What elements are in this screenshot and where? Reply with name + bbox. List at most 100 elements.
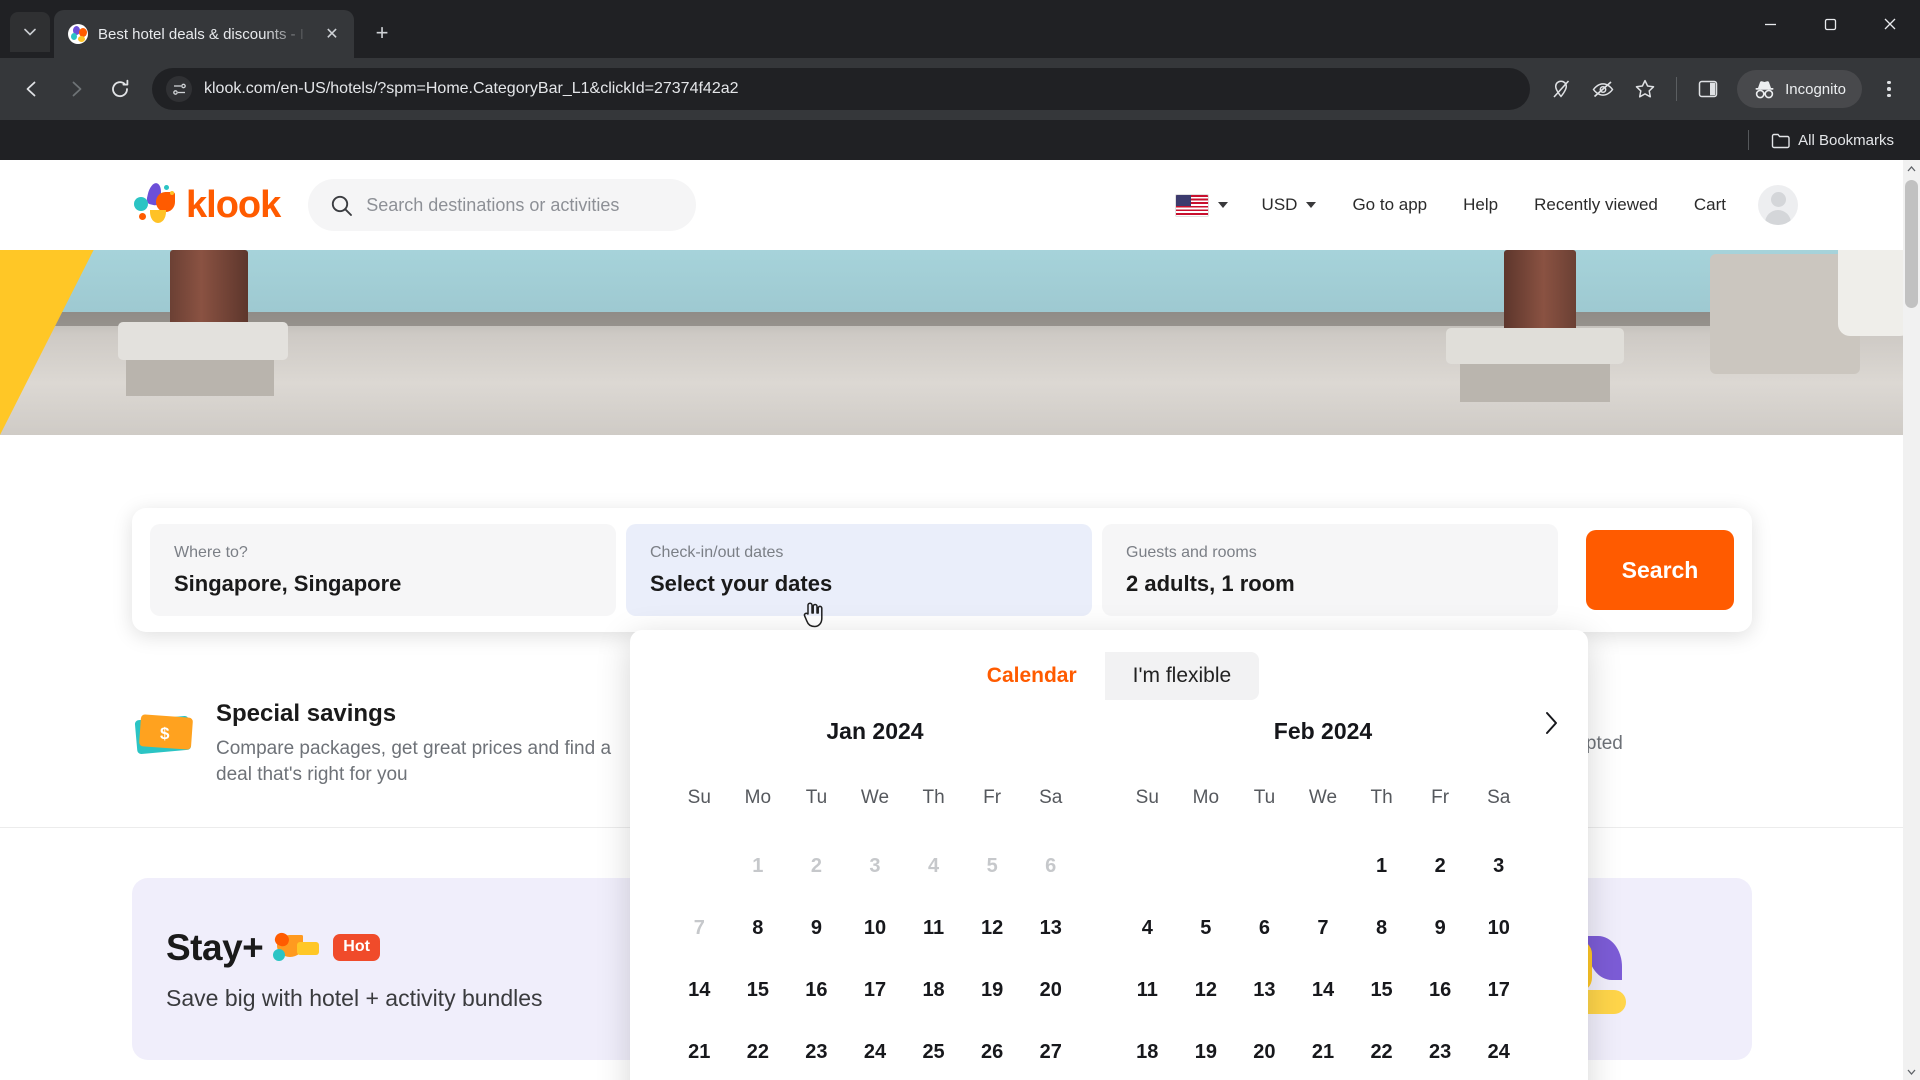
day-cell-empty bbox=[1177, 835, 1236, 897]
reload-button[interactable] bbox=[100, 69, 140, 109]
weekday-label: Su bbox=[687, 787, 711, 808]
browser-menu-button[interactable] bbox=[1870, 70, 1908, 108]
day-cell[interactable]: 5 bbox=[1177, 897, 1236, 959]
day-cell[interactable]: 4 bbox=[1118, 897, 1177, 959]
nav-item-cart[interactable]: Cart bbox=[1676, 195, 1744, 215]
language-selector[interactable] bbox=[1159, 193, 1244, 217]
arrow-left-icon bbox=[26, 81, 36, 97]
destination-field[interactable]: Where to? Singapore, Singapore bbox=[150, 524, 616, 616]
side-panel-icon[interactable] bbox=[1689, 70, 1727, 108]
search-icon bbox=[332, 195, 353, 216]
day-cell[interactable]: 24 bbox=[1469, 1021, 1528, 1080]
klook-logo[interactable]: klook bbox=[132, 181, 281, 227]
forward-button[interactable] bbox=[56, 69, 96, 109]
all-bookmarks-button[interactable]: All Bookmarks bbox=[1765, 132, 1900, 149]
klook-logo-text: klook bbox=[186, 183, 281, 226]
day-cell[interactable]: 22 bbox=[1352, 1021, 1411, 1080]
browser-window: Best hotel deals & discounts - I ✕ + klo… bbox=[0, 0, 1920, 1080]
search-input[interactable]: Search destinations or activities bbox=[308, 179, 697, 231]
day-cell[interactable]: 22 bbox=[729, 1021, 788, 1080]
day-cell[interactable]: 27 bbox=[1021, 1021, 1080, 1080]
day-cell[interactable]: 20 bbox=[1021, 959, 1080, 1021]
nav-item-help[interactable]: Help bbox=[1445, 195, 1516, 215]
day-cell[interactable]: 8 bbox=[729, 897, 788, 959]
day-cell[interactable]: 10 bbox=[1469, 897, 1528, 959]
day-cell[interactable]: 26 bbox=[963, 1021, 1022, 1080]
day-cell[interactable]: 6 bbox=[1235, 897, 1294, 959]
browser-tab[interactable]: Best hotel deals & discounts - I ✕ bbox=[54, 10, 354, 58]
location-blocked-icon[interactable] bbox=[1542, 70, 1580, 108]
search-button[interactable]: Search bbox=[1586, 530, 1734, 610]
day-cell[interactable]: 19 bbox=[963, 959, 1022, 1021]
day-cell[interactable]: 9 bbox=[787, 897, 846, 959]
hotel-search-card: Where to? Singapore, Singapore Check-in/… bbox=[132, 508, 1752, 632]
us-flag-icon bbox=[1174, 193, 1209, 217]
next-month-button[interactable] bbox=[1532, 704, 1570, 742]
scroll-down-button[interactable] bbox=[1903, 1063, 1920, 1080]
dates-label: Check-in/out dates bbox=[650, 543, 784, 561]
day-cell[interactable]: 8 bbox=[1352, 897, 1411, 959]
klook-favicon bbox=[68, 24, 88, 44]
currency-selector[interactable]: USD bbox=[1244, 195, 1335, 215]
hero-lounger-right bbox=[1409, 250, 1624, 402]
day-cell[interactable]: 11 bbox=[1118, 959, 1177, 1021]
weekday-label: Sa bbox=[1039, 787, 1063, 808]
day-cell[interactable]: 15 bbox=[729, 959, 788, 1021]
folder-icon bbox=[1771, 133, 1790, 148]
day-cell[interactable]: 1 bbox=[1352, 835, 1411, 897]
day-cell[interactable]: 21 bbox=[1294, 1021, 1353, 1080]
day-cell[interactable]: 13 bbox=[1235, 959, 1294, 1021]
minimize-button[interactable] bbox=[1740, 0, 1800, 48]
guests-field[interactable]: Guests and rooms 2 adults, 1 room bbox=[1102, 524, 1558, 616]
dates-field[interactable]: Check-in/out dates Select your dates bbox=[626, 524, 1092, 616]
day-cell[interactable]: 3 bbox=[1469, 835, 1528, 897]
scroll-up-button[interactable] bbox=[1903, 160, 1920, 177]
day-cell[interactable]: 12 bbox=[1177, 959, 1236, 1021]
calendar-tabs: Calendar I'm flexible bbox=[630, 630, 1588, 700]
day-cell[interactable]: 17 bbox=[846, 959, 905, 1021]
eye-off-icon[interactable] bbox=[1584, 70, 1622, 108]
hero-lounger-left bbox=[118, 250, 308, 396]
nav-item-go-to-app[interactable]: Go to app bbox=[1334, 195, 1445, 215]
day-cell[interactable]: 13 bbox=[1021, 897, 1080, 959]
day-cell[interactable]: 12 bbox=[963, 897, 1022, 959]
day-cell[interactable]: 20 bbox=[1235, 1021, 1294, 1080]
day-cell[interactable]: 16 bbox=[787, 959, 846, 1021]
day-cell[interactable]: 14 bbox=[670, 959, 729, 1021]
page-scrollbar[interactable] bbox=[1903, 160, 1920, 1080]
bookmarks-bar: All Bookmarks bbox=[0, 120, 1920, 160]
tab-calendar[interactable]: Calendar bbox=[958, 652, 1105, 700]
day-cell[interactable]: 23 bbox=[1411, 1021, 1470, 1080]
day-cell[interactable]: 23 bbox=[787, 1021, 846, 1080]
day-cell[interactable]: 21 bbox=[670, 1021, 729, 1080]
day-cell[interactable]: 9 bbox=[1411, 897, 1470, 959]
incognito-profile-button[interactable]: Incognito bbox=[1737, 70, 1862, 108]
bookmark-star-icon[interactable] bbox=[1626, 70, 1664, 108]
nav-item-recently-viewed[interactable]: Recently viewed bbox=[1516, 195, 1676, 215]
day-cell[interactable]: 10 bbox=[846, 897, 905, 959]
day-cell[interactable]: 2 bbox=[1411, 835, 1470, 897]
tab-search-button[interactable] bbox=[10, 12, 50, 52]
day-cell[interactable]: 18 bbox=[904, 959, 963, 1021]
day-cell[interactable]: 14 bbox=[1294, 959, 1353, 1021]
day-cell[interactable]: 16 bbox=[1411, 959, 1470, 1021]
close-window-button[interactable] bbox=[1860, 0, 1920, 48]
day-cell[interactable]: 7 bbox=[1294, 897, 1353, 959]
new-tab-button[interactable]: + bbox=[364, 15, 400, 51]
day-cell[interactable]: 19 bbox=[1177, 1021, 1236, 1080]
page-info-icon[interactable] bbox=[166, 76, 192, 102]
day-cell[interactable]: 11 bbox=[904, 897, 963, 959]
back-button[interactable] bbox=[12, 69, 52, 109]
day-cell[interactable]: 25 bbox=[904, 1021, 963, 1080]
scrollbar-thumb[interactable] bbox=[1905, 180, 1918, 308]
day-cell[interactable]: 15 bbox=[1352, 959, 1411, 1021]
day-cell[interactable]: 24 bbox=[846, 1021, 905, 1080]
address-bar[interactable]: klook.com/en-US/hotels/?spm=Home.Categor… bbox=[152, 68, 1531, 110]
day-cell[interactable]: 18 bbox=[1118, 1021, 1177, 1080]
close-tab-icon[interactable]: ✕ bbox=[320, 22, 344, 46]
browser-toolbar: klook.com/en-US/hotels/?spm=Home.Categor… bbox=[0, 58, 1920, 120]
maximize-button[interactable] bbox=[1800, 0, 1860, 48]
user-avatar[interactable] bbox=[1758, 185, 1798, 225]
tab-im-flexible[interactable]: I'm flexible bbox=[1104, 652, 1260, 700]
day-cell[interactable]: 17 bbox=[1469, 959, 1528, 1021]
